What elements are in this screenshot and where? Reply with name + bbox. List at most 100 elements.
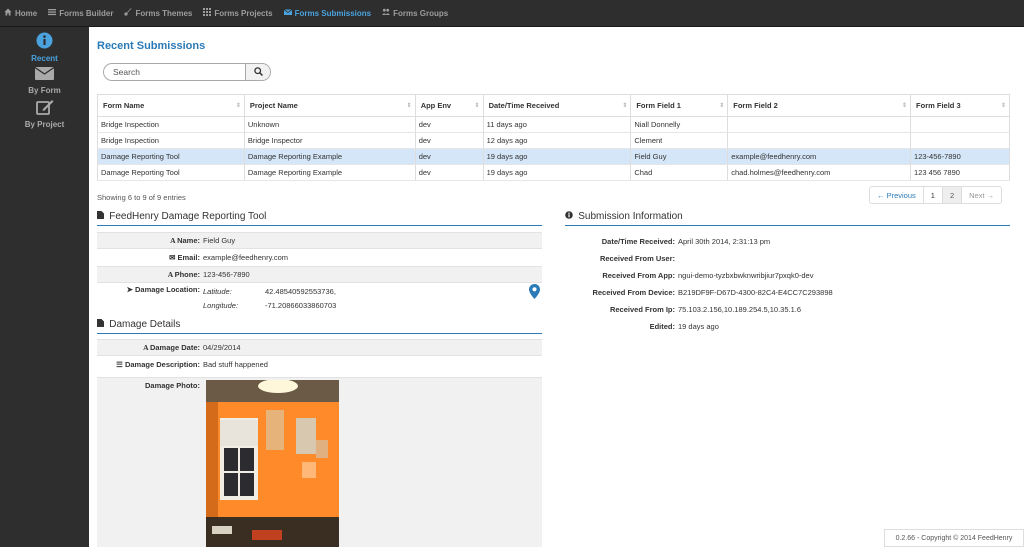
info-value: B219DF9F-D67D-4300-82C4-E4CC7C293898: [678, 288, 833, 297]
column-header-label: Form Field 1: [636, 101, 681, 110]
sidebar-item-by-project[interactable]: By Project: [0, 99, 89, 129]
sidebar-item-recent[interactable]: Recent: [0, 32, 89, 63]
longitude-value: -71.20866033860703: [265, 301, 337, 310]
column-header-form-field-3[interactable]: Form Field 3 ⇕: [910, 94, 1010, 117]
entries-info: Showing 6 to 9 of 9 entries: [97, 193, 186, 202]
field-label-damage-date: A Damage Date:: [97, 343, 203, 352]
field-value-damage-description: Bad stuff happened: [203, 360, 268, 369]
sort-icon: ⇕: [406, 103, 412, 109]
nav-home[interactable]: Home: [4, 8, 37, 18]
search-input[interactable]: [104, 64, 246, 80]
nav-forms-themes[interactable]: Forms Themes: [124, 8, 192, 18]
field-value-email: example@feedhenry.com: [203, 253, 289, 262]
column-header-label: App Env: [420, 101, 452, 110]
table-cell: Bridge Inspection: [97, 132, 245, 149]
envelope-icon: [0, 66, 89, 83]
info-row-received-from-device: Received From Device: B219DF9F-D67D-4300…: [565, 288, 865, 297]
submissions-table: Form Name ⇕ Project Name ⇕ App Env ⇕ Date/T…: [97, 94, 1010, 181]
field-label-location: ➤ Damage Location:: [97, 285, 203, 317]
info-label: Received From Ip:: [609, 305, 675, 314]
info-label: Received From User:: [599, 254, 675, 263]
form-detail-header: FeedHenry Damage Reporting Tool: [97, 211, 542, 226]
table-cell: 11 days ago: [482, 116, 632, 133]
field-value-location: Latitude: 42.48540592553736, Longitude: -7…: [203, 285, 336, 317]
field-label-phone: A Phone:: [97, 270, 203, 279]
damage-photo[interactable]: [206, 380, 339, 547]
page-2-button[interactable]: 2: [942, 187, 963, 203]
sort-icon: ⇕: [1000, 103, 1006, 109]
table-cell: 19 days ago: [482, 148, 632, 165]
info-value: April 30th 2014, 2:31:13 pm: [678, 237, 771, 246]
column-header-form-field-1[interactable]: Form Field 1 ⇕: [630, 94, 729, 117]
column-header-label: Form Name: [103, 101, 145, 110]
paragraph-icon: ☰: [116, 360, 125, 369]
footer-copyright: 0.2.66 - Copyright © 2014 FeedHenry: [884, 529, 1024, 547]
column-header-label: Form Field 3: [916, 101, 961, 110]
table-cell: 123-456-7890: [910, 148, 1010, 165]
field-label-email: ✉ Email:: [97, 253, 203, 262]
damage-details-title: Damage Details: [109, 319, 181, 330]
table-cell: Chad: [630, 164, 729, 181]
field-label-damage-photo: Damage Photo:: [144, 381, 200, 390]
column-header-label: Form Field 2: [733, 101, 778, 110]
info-row-received-from-user: Received From User:: [565, 254, 865, 263]
table-cell: 12 days ago: [482, 132, 632, 149]
previous-page-button[interactable]: ← Previous: [870, 187, 924, 203]
table-row[interactable]: Bridge Inspection Bridge Inspector dev 1…: [97, 132, 1010, 149]
label-text: Damage Location:: [134, 285, 200, 294]
table-cell: Niall Donnelly: [630, 116, 729, 133]
table-cell: [727, 132, 912, 149]
column-header-app-env[interactable]: App Env ⇕: [414, 94, 484, 117]
nav-forms-groups-label: Forms Groups: [393, 8, 449, 18]
text-field-icon: A: [143, 343, 150, 352]
table-cell: Damage Reporting Tool: [97, 148, 245, 165]
nav-forms-projects[interactable]: Forms Projects: [203, 8, 273, 18]
main-content: Recent Submissions Form Name ⇕ Project Na…: [89, 27, 1024, 547]
info-circle-icon: [565, 211, 575, 221]
table-row[interactable]: Damage Reporting Tool Damage Reporting E…: [97, 164, 1010, 181]
table-cell: Bridge Inspection: [97, 116, 245, 133]
next-page-button[interactable]: Next →: [962, 187, 1001, 203]
group-icon: [382, 8, 391, 18]
field-value-damage-date: 04/29/2014: [203, 343, 241, 352]
search-button[interactable]: [245, 64, 270, 80]
search-icon: [253, 66, 263, 78]
sidebar-item-by-form-label: By Form: [28, 86, 61, 95]
map-marker-icon[interactable]: [529, 284, 540, 301]
table-cell: chad.holmes@feedhenry.com: [727, 164, 912, 181]
table-cell: dev: [414, 116, 484, 133]
table-row-selected[interactable]: Damage Reporting Tool Damage Reporting E…: [97, 148, 1010, 165]
field-row-damage-date: A Damage Date: 04/29/2014: [97, 339, 542, 356]
column-header-date-received[interactable]: Date/Time Received ⇕: [482, 94, 632, 117]
file-icon: [97, 319, 106, 329]
column-header-label: Project Name: [249, 101, 298, 110]
info-circle-icon: [0, 32, 89, 51]
text-field-icon: A: [167, 270, 175, 279]
envelope-icon: [283, 8, 292, 18]
info-row-edited: Edited: 19 days ago: [565, 322, 865, 331]
nav-forms-submissions[interactable]: Forms Submissions: [283, 8, 371, 18]
nav-forms-builder[interactable]: Forms Builder: [48, 8, 113, 18]
column-header-project-name[interactable]: Project Name ⇕: [243, 94, 416, 117]
nav-home-label: Home: [15, 8, 38, 18]
search-box: [103, 63, 271, 81]
field-label-name: A Name:: [97, 236, 203, 245]
form-detail-title: FeedHenry Damage Reporting Tool: [109, 211, 267, 222]
label-text: Damage Description:: [124, 360, 200, 369]
table-cell: 123 456 7890: [910, 164, 1010, 181]
table-row[interactable]: Bridge Inspection Unknown dev 11 days ag…: [97, 116, 1010, 133]
column-header-form-field-2[interactable]: Form Field 2 ⇕: [727, 94, 912, 117]
nav-forms-builder-label: Forms Builder: [59, 8, 114, 18]
nav-forms-groups[interactable]: Forms Groups: [382, 8, 448, 18]
edit-icon: [0, 99, 89, 117]
page-1-button[interactable]: 1: [924, 187, 943, 203]
info-row-date-received: Date/Time Received: April 30th 2014, 2:3…: [565, 237, 865, 246]
info-value: ngui-demo-tyzbxbwknwribjiur7pxqk0-dev: [678, 271, 814, 280]
damage-details-header: Damage Details: [97, 319, 542, 334]
home-icon: [4, 8, 12, 18]
info-label: Edited:: [649, 322, 675, 331]
sort-icon: ⇕: [235, 103, 241, 109]
field-value-name: Field Guy: [203, 236, 236, 245]
sidebar-item-by-form[interactable]: By Form: [0, 66, 89, 95]
column-header-form-name[interactable]: Form Name ⇕: [97, 94, 245, 117]
